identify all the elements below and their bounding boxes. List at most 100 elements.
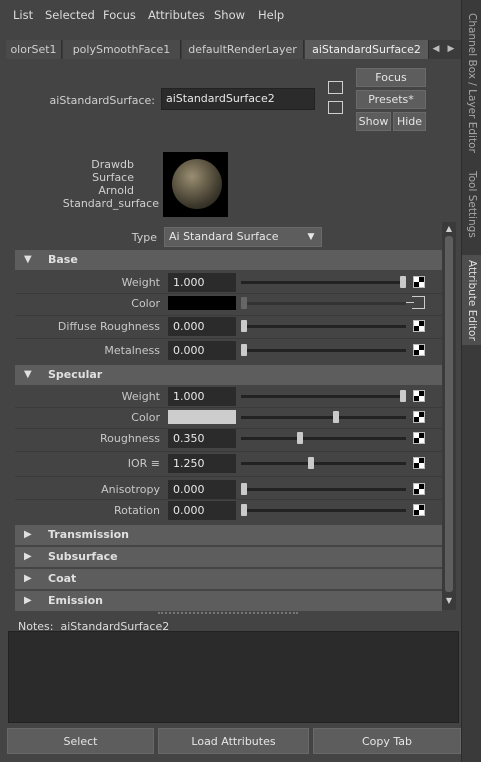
attr-specular-color: Color	[15, 407, 442, 428]
show-button[interactable]: Show	[356, 112, 391, 131]
swatch-line-4: Standard_surface	[62, 197, 159, 210]
attr-slider[interactable]	[241, 390, 406, 402]
section-base-title: Base	[48, 253, 78, 266]
focus-button[interactable]: Focus	[356, 68, 426, 87]
map-button-icon[interactable]	[413, 320, 425, 332]
copy-tab-button[interactable]: Copy Tab	[313, 728, 461, 754]
swatch-line-2: Surface	[92, 171, 134, 184]
slider-handle[interactable]	[400, 276, 406, 288]
menu-selected[interactable]: Selected	[45, 8, 95, 22]
attr-slider[interactable]	[241, 457, 406, 469]
section-emission-header[interactable]: ▶ Emission	[15, 591, 442, 611]
attr-value-field[interactable]: 0.350	[168, 429, 236, 448]
map-button-icon[interactable]	[413, 483, 425, 495]
attr-value-field[interactable]: 0.000	[168, 317, 236, 336]
tab-tool-settings[interactable]: Tool Settings	[462, 166, 481, 242]
attr-value-field[interactable]: 0.000	[168, 501, 236, 520]
attr-base-diffuse-roughness: Diffuse Roughness 0.000	[15, 316, 442, 337]
slider-handle[interactable]	[241, 504, 247, 516]
attr-base-weight: Weight 1.000	[15, 272, 442, 293]
map-button-icon[interactable]	[413, 276, 425, 288]
slider-handle[interactable]	[296, 432, 303, 444]
swatch-line-3: Arnold	[98, 184, 134, 197]
notes-textarea[interactable]	[8, 631, 459, 723]
color-swatch[interactable]	[168, 410, 236, 424]
slider-handle[interactable]	[333, 411, 340, 423]
node-tab-aistandardsurface[interactable]: aiStandardSurface2	[305, 40, 429, 59]
select-button[interactable]: Select	[7, 728, 154, 754]
attribute-scrollbar[interactable]: ▲ ▼	[442, 222, 456, 610]
map-button-icon[interactable]	[413, 432, 425, 444]
map-button-icon[interactable]	[413, 411, 425, 423]
swatch-sphere	[172, 159, 222, 209]
attr-value-field[interactable]: 1.250	[168, 454, 236, 473]
presets-button[interactable]: Presets*	[356, 90, 426, 109]
tab-channel-box[interactable]: Channel Box / Layer Editor	[462, 8, 481, 158]
attr-label: Metalness	[104, 344, 160, 357]
type-dropdown[interactable]: Ai Standard Surface ▼	[164, 227, 322, 247]
node-tab-colorset[interactable]: olorSet1	[6, 40, 62, 59]
scroll-thumb[interactable]	[445, 236, 453, 592]
hide-button[interactable]: Hide	[393, 112, 426, 131]
slider-handle[interactable]	[241, 297, 247, 309]
attr-label: Color	[131, 297, 160, 310]
attr-value-field[interactable]: 0.000	[168, 341, 236, 360]
tab-left-arrow-icon[interactable]: ◀	[429, 40, 443, 59]
tab-right-arrow-icon[interactable]: ▶	[444, 40, 458, 59]
input-connection-icon[interactable]	[328, 81, 343, 94]
load-attributes-button[interactable]: Load Attributes	[158, 728, 309, 754]
attr-slider[interactable]	[241, 297, 406, 309]
attr-slider[interactable]	[241, 432, 406, 444]
row-divider	[15, 476, 442, 477]
node-tab-defaultrenderlayer[interactable]: defaultRenderLayer	[182, 40, 304, 59]
attr-slider[interactable]	[241, 411, 406, 423]
connection-link-icon[interactable]	[406, 296, 425, 309]
node-tab-polysmoothface[interactable]: polySmoothFace1	[63, 40, 181, 59]
attr-base-metalness: Metalness 0.000	[15, 340, 442, 361]
attr-slider[interactable]	[241, 320, 406, 332]
section-transmission-header[interactable]: ▶ Transmission	[15, 525, 442, 545]
slider-handle[interactable]	[400, 390, 406, 402]
map-button-icon[interactable]	[413, 344, 425, 356]
attr-slider[interactable]	[241, 276, 406, 288]
scroll-down-icon[interactable]: ▼	[442, 596, 456, 605]
section-base-header[interactable]: ▼ Base	[15, 250, 442, 270]
side-tab-strip: Channel Box / Layer Editor Tool Settings…	[461, 0, 481, 762]
scroll-up-icon[interactable]: ▲	[442, 224, 456, 233]
slider-handle[interactable]	[307, 457, 314, 469]
attr-slider[interactable]	[241, 504, 406, 516]
map-button-icon[interactable]	[413, 390, 425, 402]
section-specular-title: Specular	[48, 368, 103, 381]
map-button-icon[interactable]	[413, 457, 425, 469]
pane-resize-handle[interactable]	[158, 612, 298, 615]
node-type-label: aiStandardSurface:	[49, 94, 155, 107]
output-connection-icon[interactable]	[328, 101, 343, 114]
attr-label: Weight	[121, 276, 160, 289]
menu-show[interactable]: Show	[214, 8, 245, 22]
section-coat-header[interactable]: ▶ Coat	[15, 569, 442, 589]
menu-bar: List Selected Focus Attributes Show Help	[0, 0, 461, 30]
node-name-field[interactable]: aiStandardSurface2	[161, 88, 315, 110]
attr-value-field[interactable]: 1.000	[168, 387, 236, 406]
attr-slider[interactable]	[241, 344, 406, 356]
menu-attributes[interactable]: Attributes	[148, 8, 205, 22]
attr-slider[interactable]	[241, 483, 406, 495]
attr-value-field[interactable]: 1.000	[168, 273, 236, 292]
color-swatch[interactable]	[168, 296, 236, 310]
attr-specular-weight: Weight 1.000	[15, 386, 442, 407]
map-button-icon[interactable]	[413, 504, 425, 516]
section-title: Transmission	[48, 528, 130, 541]
section-specular-header[interactable]: ▼ Specular	[15, 365, 442, 385]
slider-handle[interactable]	[241, 320, 247, 332]
tab-attribute-editor[interactable]: Attribute Editor	[462, 255, 481, 345]
node-tab-bar: olorSet1 polySmoothFace1 defaultRenderLa…	[6, 40, 461, 59]
section-subsurface-header[interactable]: ▶ Subsurface	[15, 547, 442, 567]
material-swatch[interactable]	[163, 152, 228, 217]
attr-value-field[interactable]: 0.000	[168, 480, 236, 499]
menu-help[interactable]: Help	[258, 8, 284, 22]
collapsed-triangle-icon: ▶	[24, 551, 32, 562]
slider-handle[interactable]	[241, 344, 247, 356]
menu-list[interactable]: List	[13, 8, 33, 22]
menu-focus[interactable]: Focus	[103, 8, 136, 22]
slider-handle[interactable]	[241, 483, 247, 495]
